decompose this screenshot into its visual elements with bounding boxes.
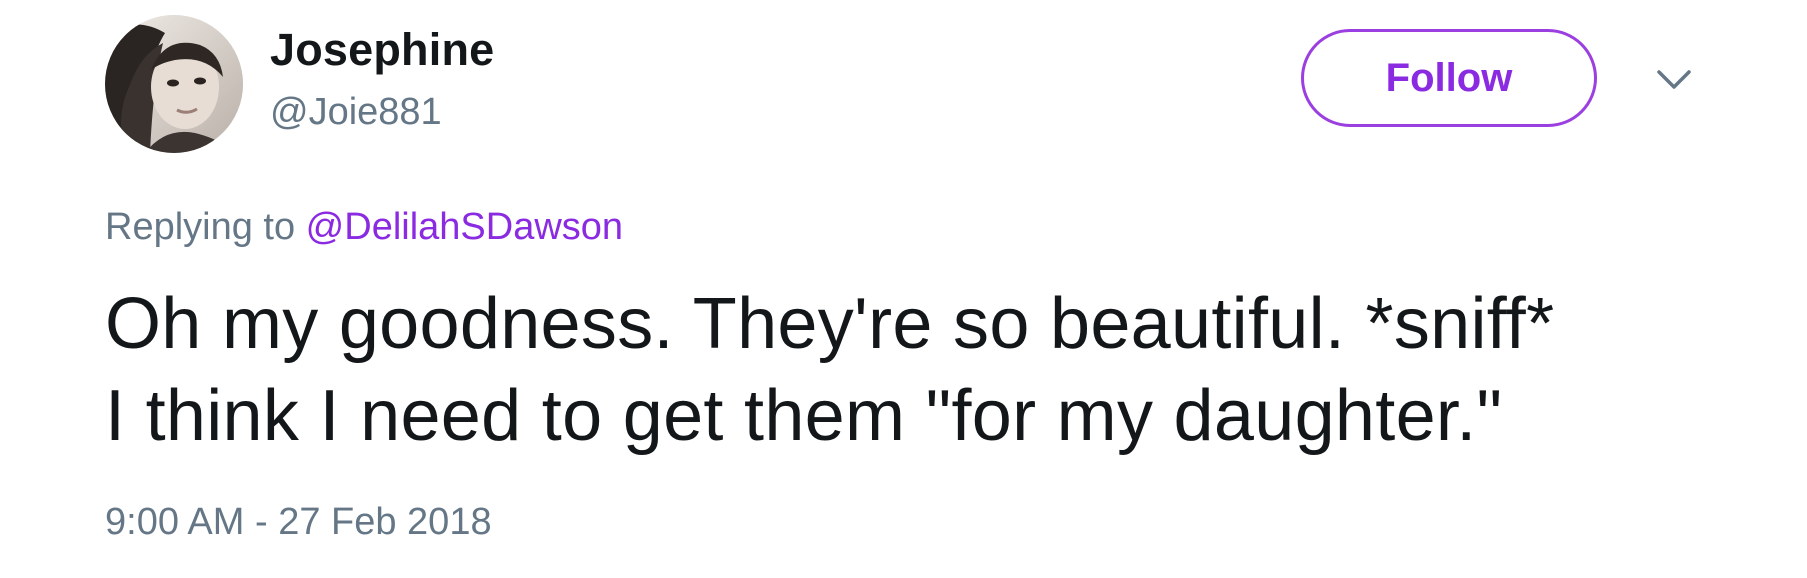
user-handle[interactable]: @Joie881 xyxy=(270,88,442,136)
chevron-down-icon[interactable] xyxy=(1654,62,1694,98)
replying-to: Replying to @DelilahSDawson xyxy=(105,203,623,251)
timestamp[interactable]: 9:00 AM - 27 Feb 2018 xyxy=(105,498,492,546)
follow-button[interactable]: Follow xyxy=(1301,29,1597,127)
chevron-down-icon-glyph xyxy=(1657,70,1691,89)
tweet-text-line: I think I need to get them "for my daugh… xyxy=(105,376,1503,456)
reply-target-link[interactable]: @DelilahSDawson xyxy=(306,206,623,248)
display-name[interactable]: Josephine xyxy=(270,22,494,78)
tweet-text-line: Oh my goodness. They're so beautiful. *s… xyxy=(105,284,1555,364)
tweet-text: Oh my goodness. They're so beautiful. *s… xyxy=(105,278,1745,462)
tweet-card: Josephine @Joie881 Follow Replying to @D… xyxy=(0,0,1807,578)
avatar[interactable] xyxy=(105,15,243,153)
replying-to-label: Replying to xyxy=(105,206,306,248)
avatar-photo xyxy=(105,15,243,153)
